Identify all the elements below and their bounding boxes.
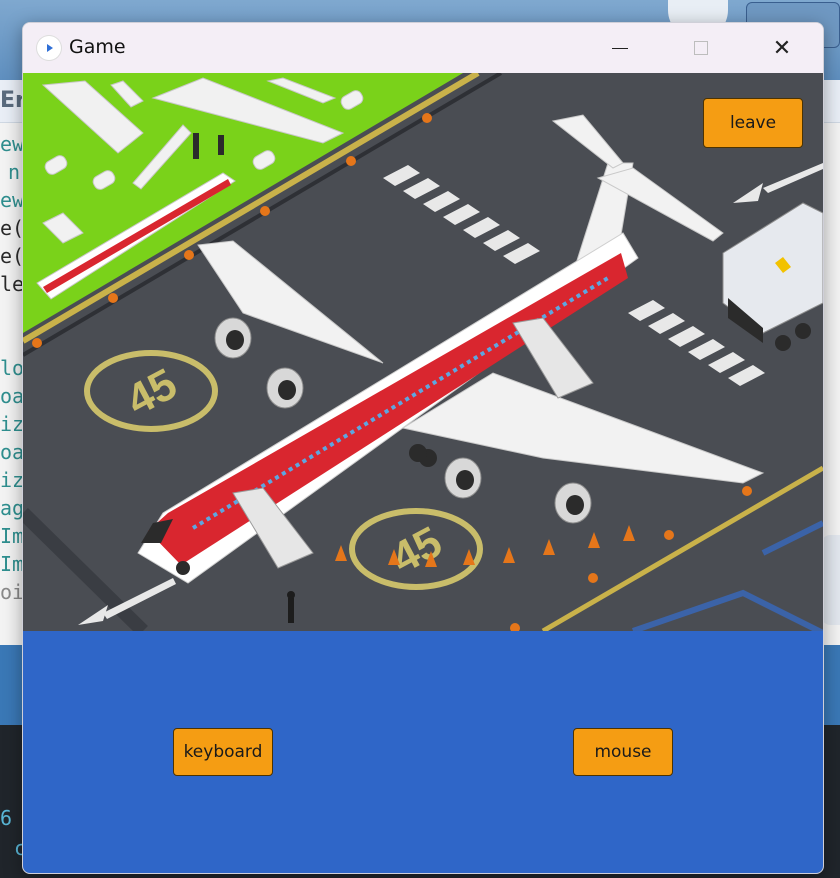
background-code-line: lo <box>0 356 25 380</box>
play-icon <box>37 36 61 60</box>
background-code-line: oi <box>0 580 25 604</box>
ground-crew-person <box>287 591 295 623</box>
maximize-button[interactable] <box>671 23 731 73</box>
background-terminal-line: 6 <box>0 806 13 830</box>
controls-panel: keyboard mouse <box>23 631 823 873</box>
minimize-icon <box>612 47 628 49</box>
leave-button[interactable]: leave <box>703 98 803 148</box>
maximize-icon <box>694 41 708 55</box>
airport-illustration: 45 45 leave <box>23 73 823 631</box>
keyboard-button[interactable]: keyboard <box>173 728 273 776</box>
background-code-line: oa <box>0 440 25 464</box>
background-code-line: n <box>8 160 21 184</box>
background-code-line: Im <box>0 524 25 548</box>
background-code-line: iz <box>0 468 25 492</box>
background-side-card <box>822 535 840 625</box>
game-window: Game ✕ 45 45 leave keyboard mouse <box>22 22 824 874</box>
background-code-line: le <box>0 272 25 296</box>
mouse-button[interactable]: mouse <box>573 728 673 776</box>
background-code-line: oa <box>0 384 25 408</box>
window-title: Game <box>69 36 126 58</box>
background-code-line: iz <box>0 412 25 436</box>
airport-scene-svg: 45 45 <box>23 73 823 631</box>
background-code-line: Im <box>0 552 25 576</box>
background-code-line: ew <box>0 188 25 212</box>
close-button[interactable]: ✕ <box>752 23 812 73</box>
background-code-line: e( <box>0 244 25 268</box>
background-code-line: ew <box>0 132 25 156</box>
window-titlebar[interactable]: Game ✕ <box>23 23 823 73</box>
close-icon: ✕ <box>772 35 792 61</box>
minimize-button[interactable] <box>590 23 650 73</box>
background-code-line: e( <box>0 216 25 240</box>
background-code-line: ag <box>0 496 25 520</box>
